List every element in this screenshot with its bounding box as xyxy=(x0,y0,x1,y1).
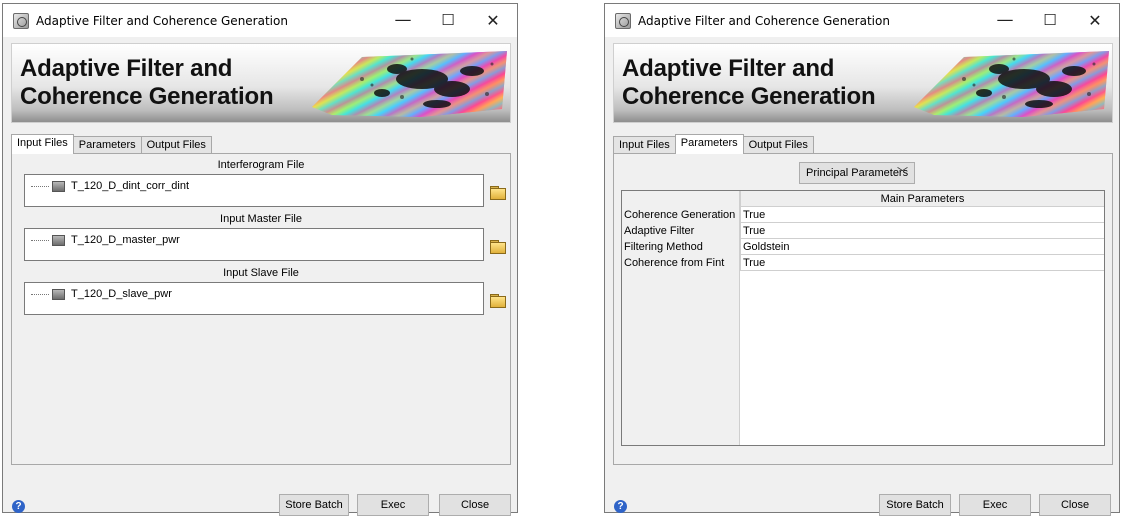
param-name: Filtering Method xyxy=(624,241,703,253)
interferogram-image xyxy=(914,51,1109,117)
param-value[interactable]: True xyxy=(740,255,1104,271)
file-icon xyxy=(52,180,65,192)
interferogram-image xyxy=(312,51,507,117)
table-row[interactable]: Coherence Generation True xyxy=(622,207,1104,223)
close-button[interactable]: Close xyxy=(1039,494,1111,516)
param-name: Coherence from Fint xyxy=(624,257,725,269)
param-value[interactable]: True xyxy=(740,223,1104,239)
chevron-down-icon: ﹀ xyxy=(897,167,908,179)
table-row[interactable]: Coherence from Fint True xyxy=(622,255,1104,271)
app-icon xyxy=(13,13,29,29)
tree-connector xyxy=(31,293,49,295)
file-name: T_120_D_master_pwr xyxy=(71,234,180,246)
folder-icon[interactable] xyxy=(490,238,506,254)
dialog-window-parameters: Adaptive Filter and Coherence Generation… xyxy=(604,3,1120,516)
app-icon xyxy=(615,13,631,29)
help-icon[interactable]: ? xyxy=(12,500,25,513)
close-button[interactable]: Close xyxy=(439,494,511,516)
file-item[interactable]: T_120_D_master_pwr xyxy=(31,234,180,246)
banner-title: Adaptive Filter and Coherence Generation xyxy=(20,55,274,111)
input-files-panel: Interferogram File T_120_D_dint_corr_din… xyxy=(11,153,511,465)
input-master-file-label: Input Master File xyxy=(220,213,302,225)
help-icon[interactable]: ? xyxy=(614,500,627,513)
header-banner: Adaptive Filter and Coherence Generation xyxy=(613,43,1113,123)
file-name: T_120_D_slave_pwr xyxy=(71,288,172,300)
maximize-icon[interactable]: ☐ xyxy=(426,4,470,37)
param-name: Adaptive Filter xyxy=(624,225,695,237)
minimize-icon[interactable]: — xyxy=(983,4,1027,37)
interferogram-file-label: Interferogram File xyxy=(217,159,305,171)
tab-output-files[interactable]: Output Files xyxy=(140,136,212,154)
master-file-box[interactable]: T_120_D_master_pwr xyxy=(24,228,484,261)
window-title: Adaptive Filter and Coherence Generation xyxy=(638,14,890,28)
tab-output-files[interactable]: Output Files xyxy=(742,136,814,154)
window-title: Adaptive Filter and Coherence Generation xyxy=(36,14,288,28)
file-icon xyxy=(52,288,65,300)
store-batch-button[interactable]: Store Batch xyxy=(879,494,951,516)
exec-button[interactable]: Exec xyxy=(959,494,1031,516)
file-item[interactable]: T_120_D_dint_corr_dint xyxy=(31,180,189,192)
tree-connector xyxy=(31,185,49,187)
banner-title-line2: Coherence Generation xyxy=(20,83,274,110)
folder-icon[interactable] xyxy=(490,292,506,308)
title-bar[interactable]: Adaptive Filter and Coherence Generation… xyxy=(3,4,517,37)
title-bar[interactable]: Adaptive Filter and Coherence Generation… xyxy=(605,4,1119,37)
tab-input-files[interactable]: Input Files xyxy=(11,134,74,154)
tab-parameters[interactable]: Parameters xyxy=(674,134,744,154)
banner-title-line1: Adaptive Filter and xyxy=(20,55,233,82)
parameters-table: Main Parameters Coherence Generation Tru… xyxy=(621,190,1105,446)
maximize-icon[interactable]: ☐ xyxy=(1028,4,1072,37)
file-item[interactable]: T_120_D_slave_pwr xyxy=(31,288,172,300)
file-name: T_120_D_dint_corr_dint xyxy=(71,180,190,192)
table-row[interactable]: Adaptive Filter True xyxy=(622,223,1104,239)
tab-bar: Input Files Parameters Output Files xyxy=(613,134,814,154)
file-icon xyxy=(52,234,65,246)
tab-bar: Input Files Parameters Output Files xyxy=(11,134,212,154)
param-name: Coherence Generation xyxy=(624,209,736,221)
parameter-group-dropdown[interactable]: Principal Parameters ﹀ xyxy=(799,162,915,184)
close-icon[interactable]: ✕ xyxy=(1073,4,1117,37)
input-slave-file-label: Input Slave File xyxy=(223,267,299,279)
exec-button[interactable]: Exec xyxy=(357,494,429,516)
tab-input-files[interactable]: Input Files xyxy=(613,136,676,154)
banner-title-line2: Coherence Generation xyxy=(622,83,876,110)
minimize-icon[interactable]: — xyxy=(381,4,425,37)
param-value[interactable]: Goldstein xyxy=(740,239,1104,255)
dialog-window-input-files: Adaptive Filter and Coherence Generation… xyxy=(2,3,518,516)
folder-icon[interactable] xyxy=(490,184,506,200)
header-banner: Adaptive Filter and Coherence Generation xyxy=(11,43,511,123)
table-row[interactable]: Filtering Method Goldstein xyxy=(622,239,1104,255)
slave-file-box[interactable]: T_120_D_slave_pwr xyxy=(24,282,484,315)
store-batch-button[interactable]: Store Batch xyxy=(279,494,349,516)
param-value[interactable]: True xyxy=(740,207,1104,223)
tab-parameters[interactable]: Parameters xyxy=(72,136,142,154)
interferogram-file-box[interactable]: T_120_D_dint_corr_dint xyxy=(24,174,484,207)
tree-connector xyxy=(31,239,49,241)
banner-title-line1: Adaptive Filter and xyxy=(622,55,835,82)
banner-title: Adaptive Filter and Coherence Generation xyxy=(622,55,876,111)
table-header: Main Parameters xyxy=(740,191,1104,207)
dropdown-value: Principal Parameters xyxy=(806,167,909,179)
close-icon[interactable]: ✕ xyxy=(471,4,515,37)
